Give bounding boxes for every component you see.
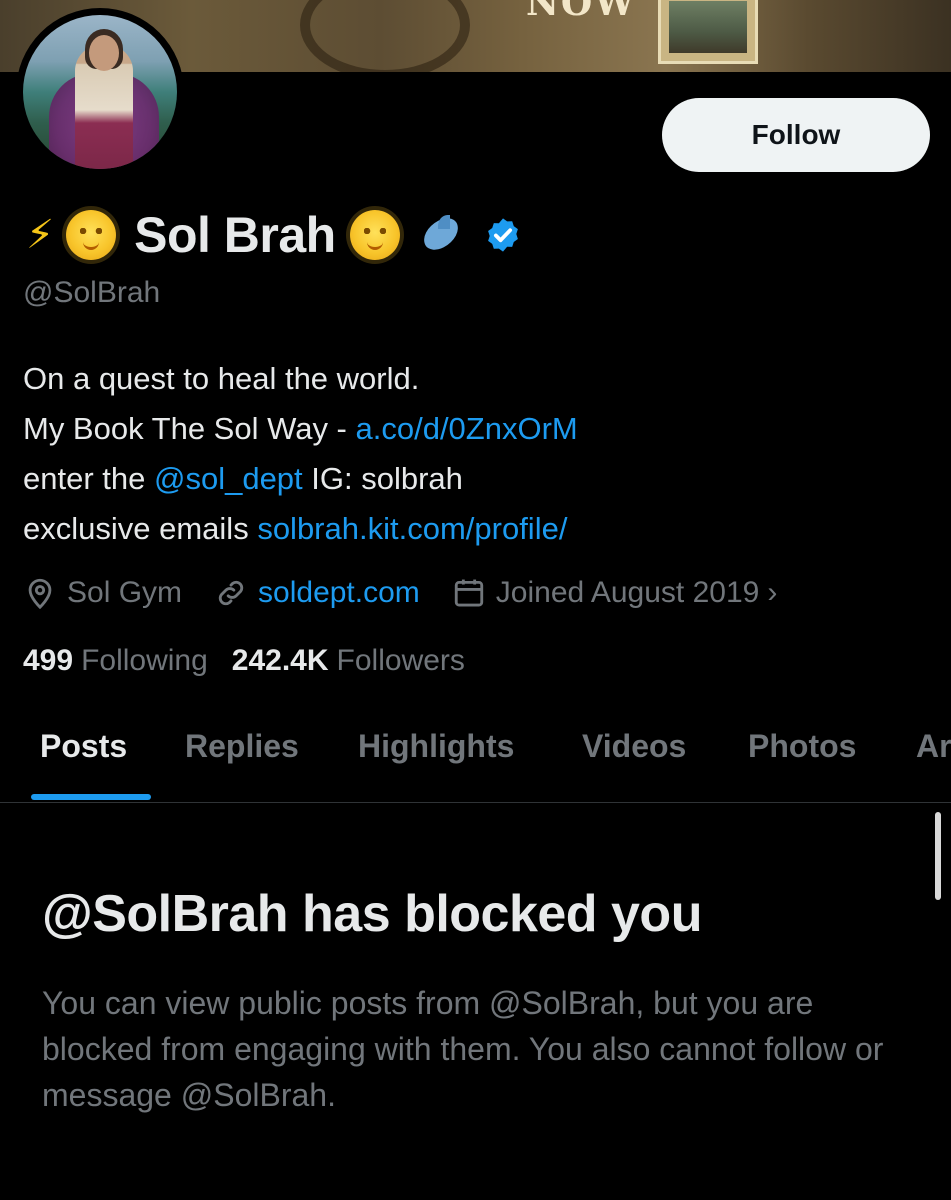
bio-line: My Book The Sol Way - a.co/d/0ZnxOrM — [23, 411, 578, 446]
tab-articles[interactable]: Ar — [916, 728, 951, 765]
lightning-icon: ⚡ — [26, 212, 55, 258]
verified-badge-icon[interactable] — [484, 216, 522, 254]
scrollbar[interactable] — [935, 812, 941, 900]
followers-stat[interactable]: 242.4K Followers — [232, 644, 465, 678]
chevron-right-icon[interactable]: › — [767, 576, 777, 610]
profile-tabs: Posts Replies Highlights Videos Photos A… — [0, 718, 951, 803]
email-signup-link[interactable]: solbrah.kit.com/profile/ — [257, 511, 567, 546]
banner-book-image — [658, 0, 758, 64]
bio-line: exclusive emails solbrah.kit.com/profile… — [23, 511, 568, 546]
sol-dept-mention-link[interactable]: @sol_dept — [154, 461, 303, 496]
tab-photos[interactable]: Photos — [748, 728, 856, 765]
profile-bio: On a quest to heal the world. My Book Th… — [23, 354, 923, 554]
profile-handle: @SolBrah — [23, 276, 161, 309]
location-text: Sol Gym — [67, 576, 183, 609]
tab-replies[interactable]: Replies — [185, 728, 299, 765]
joined-item[interactable]: Joined August 2019 › — [452, 576, 777, 610]
followers-label: Followers — [336, 644, 465, 677]
banner-text: NOW — [526, 0, 637, 24]
profile-display-name: Sol Brah — [134, 207, 336, 263]
profile-meta: Sol Gym soldept.com Joined August 2019 › — [23, 568, 809, 618]
bio-line: enter the @sol_dept IG: solbrah — [23, 461, 463, 496]
following-label: Following — [81, 644, 208, 677]
tab-videos[interactable]: Videos — [582, 728, 686, 765]
sun-face-icon — [343, 204, 406, 266]
link-icon — [218, 580, 244, 606]
follow-button[interactable]: Follow — [662, 98, 930, 172]
bio-line: On a quest to heal the world. — [23, 361, 420, 396]
following-stat[interactable]: 499 Following — [23, 644, 208, 678]
blocked-title: @SolBrah has blocked you — [42, 885, 702, 943]
joined-date: Joined August 2019 — [495, 576, 760, 609]
location-item: Sol Gym — [23, 576, 182, 610]
website-link[interactable]: soldept.com — [258, 576, 420, 610]
profile-name-row: ⚡ Sol Brah — [26, 200, 522, 270]
sun-face-icon — [60, 204, 123, 266]
following-count: 499 — [23, 644, 74, 677]
book-link[interactable]: a.co/d/0ZnxOrM — [356, 411, 578, 446]
website-item[interactable]: soldept.com — [214, 576, 420, 610]
avatar[interactable] — [23, 15, 177, 169]
active-tab-indicator — [31, 794, 151, 800]
followers-count: 242.4K — [231, 644, 329, 677]
location-pin-icon — [28, 578, 52, 610]
tab-highlights[interactable]: Highlights — [358, 728, 514, 765]
tab-posts[interactable]: Posts — [40, 728, 127, 765]
blocked-description: You can view public posts from @SolBrah,… — [42, 985, 884, 1113]
dolphin-icon — [417, 213, 464, 255]
calendar-icon — [454, 579, 483, 607]
profile-stats: 499 Following 242.4K Followers — [23, 638, 489, 684]
banner-artwork — [300, 0, 470, 72]
